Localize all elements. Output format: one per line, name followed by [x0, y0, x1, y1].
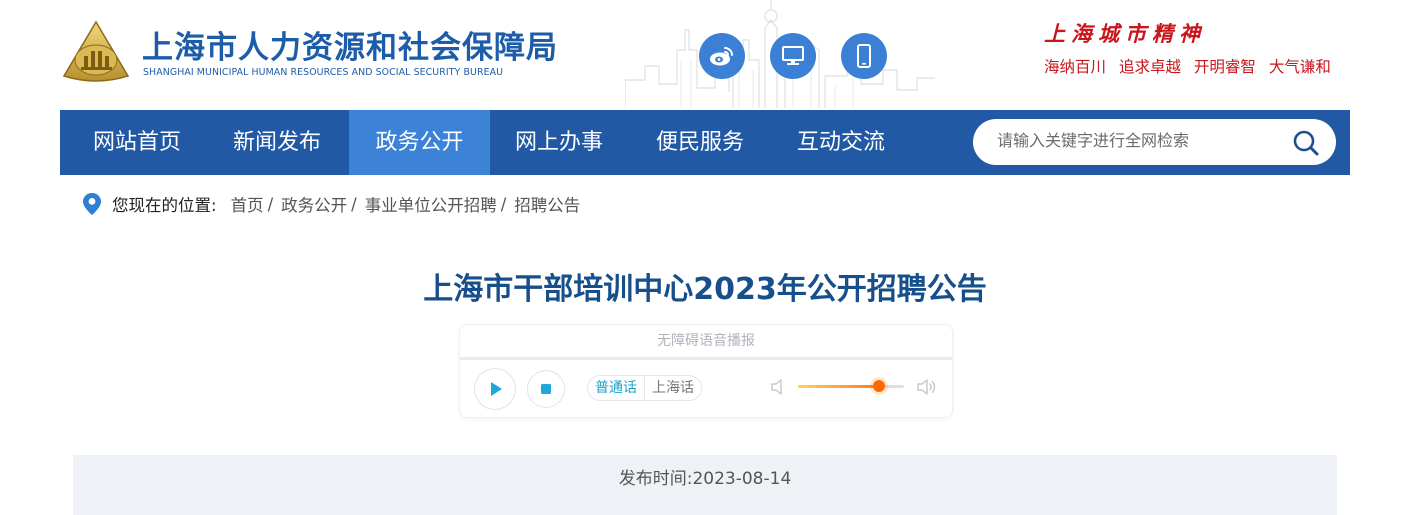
search-box [973, 119, 1336, 165]
publish-date: 2023-08-14 [692, 469, 792, 489]
weibo-icon[interactable] [699, 33, 745, 79]
breadcrumb-separator: / [500, 194, 507, 214]
dialect-selector: 普通话 上海话 [587, 375, 702, 401]
spirit-word: 大气谦和 [1268, 58, 1331, 76]
nav-item-online-services[interactable]: 网上办事 [492, 110, 626, 175]
play-icon [491, 382, 502, 396]
dialect-mandarin[interactable]: 普通话 [588, 376, 644, 400]
publish-label: 发布时间: [618, 469, 693, 489]
search-input[interactable] [997, 130, 1267, 154]
breadcrumb-item-recruitment[interactable]: 事业单位公开招聘 [365, 192, 497, 216]
play-button[interactable] [474, 368, 516, 410]
publish-info-bar: 发布时间:2023-08-14 [73, 455, 1337, 515]
breadcrumb-lead: 您现在的位置: [112, 196, 217, 215]
breadcrumb: 您现在的位置: 首页 / 政务公开 / 事业单位公开招聘 / 招聘公告 [82, 192, 580, 216]
breadcrumb-separator: / [267, 194, 274, 214]
stop-icon [541, 384, 551, 394]
breadcrumb-item-announcement[interactable]: 招聘公告 [514, 192, 580, 216]
nav-item-public-services[interactable]: 便民服务 [633, 110, 767, 175]
location-pin-icon [83, 193, 101, 215]
desktop-icon[interactable] [770, 33, 816, 79]
breadcrumb-item-home[interactable]: 首页 [231, 192, 264, 216]
spirit-word: 追求卓越 [1118, 58, 1181, 76]
mobile-icon[interactable] [841, 33, 887, 79]
dialect-shanghainese[interactable]: 上海话 [644, 376, 701, 400]
main-navigation: 网站首页 新闻发布 政务公开 网上办事 便民服务 互动交流 [60, 110, 1350, 175]
nav-item-government-affairs[interactable]: 政务公开 [349, 110, 490, 175]
search-icon[interactable] [1292, 129, 1320, 157]
nav-item-news[interactable]: 新闻发布 [210, 110, 344, 175]
article-title: 上海市干部培训中心2023年公开招聘公告 [423, 272, 987, 307]
city-spirit-title: 上海城市精神 [1044, 21, 1206, 46]
city-spirit-words: 海纳百川 追求卓越 开明睿智 大气谦和 [1044, 55, 1331, 77]
org-name-cn[interactable]: 上海市人力资源和社会保障局 [142, 22, 558, 67]
volume-high-icon[interactable] [916, 376, 938, 398]
player-header: 无障碍语音播报 [460, 325, 952, 360]
breadcrumb-item-government-affairs[interactable]: 政务公开 [281, 192, 347, 216]
stop-button[interactable] [527, 370, 565, 408]
volume-level [798, 385, 879, 388]
spirit-word: 开明睿智 [1193, 58, 1256, 76]
volume-low-icon[interactable] [770, 377, 786, 397]
nav-item-interaction[interactable]: 互动交流 [774, 110, 908, 175]
spirit-word: 海纳百川 [1044, 58, 1107, 76]
volume-slider[interactable] [798, 380, 904, 392]
nav-item-home[interactable]: 网站首页 [70, 110, 204, 175]
org-name-en: SHANGHAI MUNICIPAL HUMAN RESOURCES AND S… [143, 67, 504, 78]
volume-handle[interactable] [872, 380, 885, 392]
accessibility-audio-player: 无障碍语音播报 普通话 上海话 [459, 324, 953, 418]
bureau-logo-icon[interactable] [62, 20, 130, 84]
breadcrumb-separator: / [351, 194, 357, 214]
